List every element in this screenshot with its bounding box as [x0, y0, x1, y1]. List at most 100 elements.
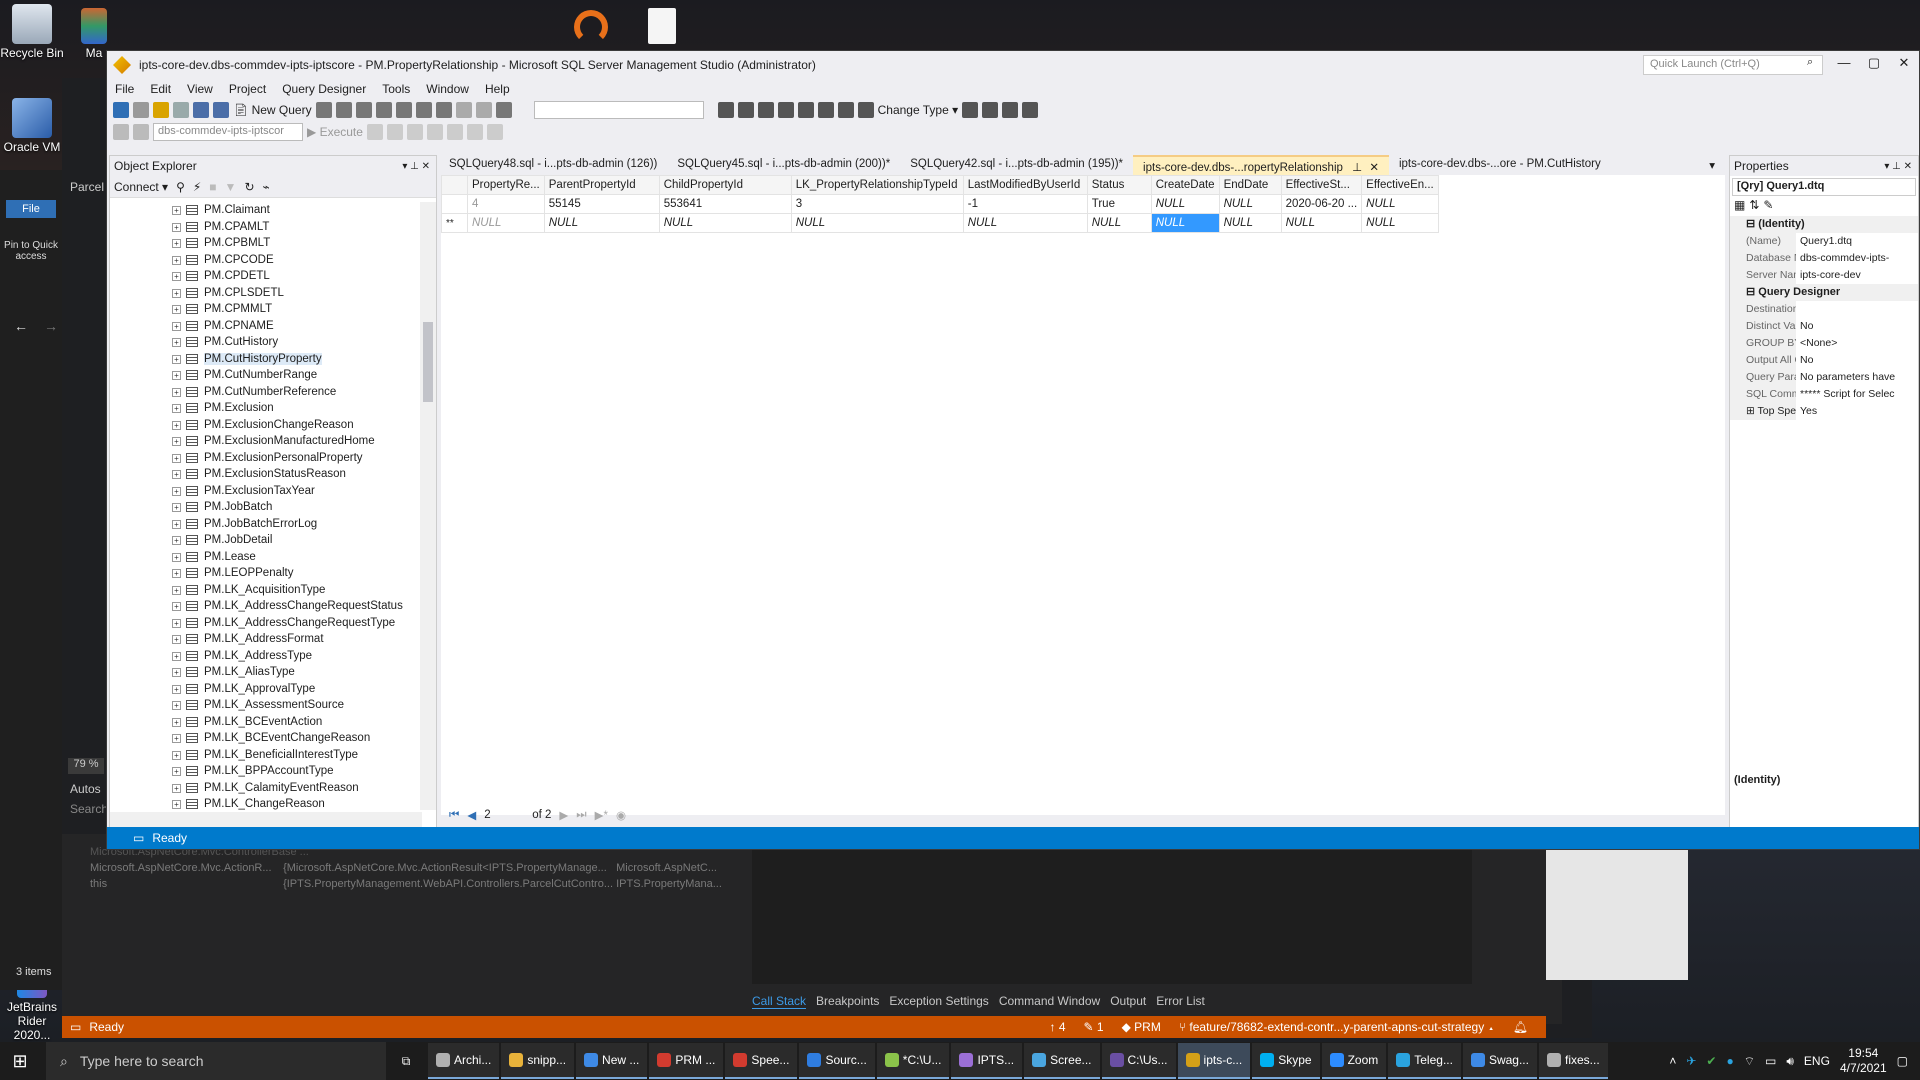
- expand-icon[interactable]: +: [172, 354, 181, 364]
- tab-error-list[interactable]: Error List: [1156, 994, 1205, 1009]
- filter-icon[interactable]: ▼: [225, 180, 237, 194]
- telegram-tray-icon[interactable]: ✈: [1686, 1054, 1696, 1068]
- undo-icon[interactable]: [455, 102, 472, 118]
- expand-icon[interactable]: +: [172, 404, 181, 413]
- paste-icon[interactable]: [435, 102, 452, 118]
- show-grid-icon[interactable]: [817, 102, 834, 118]
- table-cell[interactable]: NULL: [658, 213, 792, 233]
- tree-item-table[interactable]: + PM.LK_CalamityEventReason: [110, 780, 422, 797]
- expand-icon[interactable]: +: [172, 536, 181, 545]
- forward-icon[interactable]: [133, 102, 149, 118]
- next-record-icon[interactable]: ▶: [559, 808, 568, 822]
- taskbar-app-button[interactable]: *C:\U...: [876, 1043, 950, 1079]
- taskbar-app-button[interactable]: New ...: [576, 1043, 648, 1079]
- verify-sql-icon[interactable]: [962, 102, 979, 118]
- taskbar-app-button[interactable]: PRM ...: [649, 1043, 724, 1079]
- menu-edit[interactable]: Edit: [142, 82, 179, 96]
- tab-sqlquery45[interactable]: SQLQuery45.sql - i...pts-db-admin (200))…: [667, 155, 900, 175]
- new-record-icon[interactable]: ▶*: [595, 808, 608, 822]
- display-icon[interactable]: ▭: [1765, 1054, 1776, 1068]
- menu-view[interactable]: View: [179, 82, 221, 96]
- taskbar-app-button[interactable]: Archi...: [428, 1043, 500, 1079]
- back-arrow-icon[interactable]: ←: [14, 318, 28, 334]
- first-record-icon[interactable]: ⏮: [449, 809, 459, 822]
- stop-icon[interactable]: [366, 124, 383, 140]
- menu-help[interactable]: Help: [477, 82, 518, 96]
- column-header[interactable]: CreateDate: [1150, 175, 1220, 195]
- tree-item-table[interactable]: + PM.LK_ChangeReason: [110, 796, 422, 810]
- wrench-icon[interactable]: [737, 102, 754, 118]
- tree-item-table[interactable]: + PM.JobBatchErrorLog: [110, 516, 422, 533]
- expand-icon[interactable]: +: [172, 602, 181, 611]
- tree-item-table[interactable]: + PM.CPDETL: [110, 268, 422, 285]
- connect-plug-icon[interactable]: ⚲: [176, 180, 185, 194]
- table-cell[interactable]: NULL: [1280, 213, 1363, 233]
- expand-icon[interactable]: +: [172, 437, 181, 446]
- results-grid-icon[interactable]: [446, 124, 463, 140]
- expand-icon[interactable]: +: [172, 750, 181, 760]
- dmx-query-icon[interactable]: [355, 102, 372, 118]
- row-marker[interactable]: **: [441, 213, 468, 233]
- tree-item-table[interactable]: + PM.JobDetail: [110, 532, 422, 549]
- toolbox-icon[interactable]: [757, 102, 774, 118]
- table-row[interactable]: ** NULL NULL NULL NULL NULL NULL NULL NULL NULL NU…: [441, 213, 1439, 233]
- table-cell[interactable]: 4: [467, 194, 545, 214]
- table-cell[interactable]: -1: [962, 194, 1088, 214]
- tab-sqlquery42[interactable]: SQLQuery42.sql - i...pts-db-admin (195))…: [900, 155, 1133, 175]
- taskbar-app-button[interactable]: C:\Us...: [1101, 1043, 1176, 1079]
- prop-category-query-designer[interactable]: ⊟ Query Designer: [1730, 284, 1918, 301]
- expand-icon[interactable]: +: [172, 503, 181, 512]
- column-header[interactable]: Status: [1086, 175, 1152, 195]
- tree-item-table[interactable]: + PM.Claimant: [110, 202, 422, 219]
- column-header[interactable]: EffectiveSt...: [1280, 175, 1363, 195]
- tree-item-table[interactable]: + PM.LK_AddressType: [110, 648, 422, 665]
- column-header[interactable]: EffectiveEn...: [1361, 175, 1439, 195]
- tree-item-table[interactable]: + PM.Lease: [110, 549, 422, 566]
- expand-icon[interactable]: +: [172, 767, 181, 776]
- expand-icon[interactable]: +: [172, 288, 181, 298]
- expand-icon[interactable]: +: [172, 569, 181, 578]
- expand-icon[interactable]: +: [172, 420, 181, 430]
- property-row[interactable]: Database Nadbs-commdev-ipts-: [1730, 250, 1918, 267]
- tab-exception-settings[interactable]: Exception Settings: [889, 994, 988, 1009]
- new-project-icon[interactable]: [153, 102, 169, 118]
- tab-cut-history[interactable]: ipts-core-dev.dbs-...ore - PM.CutHistory: [1389, 155, 1611, 175]
- wifi-icon[interactable]: ⌔: [1744, 1054, 1755, 1069]
- column-header[interactable]: LastModifiedByUserId: [962, 175, 1088, 195]
- volume-icon[interactable]: 🔊︎: [1786, 1054, 1794, 1069]
- edit-count-icon[interactable]: ✎ 1: [1084, 1020, 1104, 1034]
- expand-icon[interactable]: +: [172, 651, 181, 661]
- tree-item-table[interactable]: + PM.Exclusion: [110, 400, 422, 417]
- database-combo[interactable]: dbs-commdev-ipts-iptscor: [153, 123, 303, 141]
- table-row[interactable]: 4 55145 553641 3 -1 True NULL NULL 2020-06-20 ..…: [441, 194, 1439, 214]
- expand-icon[interactable]: +: [172, 305, 181, 314]
- prop-category-identity[interactable]: ⊟ (Identity): [1730, 216, 1918, 233]
- tree-item-table[interactable]: + PM.LK_AcquisitionType: [110, 582, 422, 599]
- property-row[interactable]: GROUP BY E<None>: [1730, 335, 1918, 352]
- new-query-button[interactable]: 📄︎ New Query: [233, 103, 312, 117]
- expand-icon[interactable]: +: [172, 783, 181, 793]
- language-indicator[interactable]: ENG: [1804, 1054, 1830, 1068]
- add-table-icon[interactable]: [1002, 102, 1019, 118]
- property-row[interactable]: (Name) Query1.dtq: [1730, 233, 1918, 250]
- autos-tab[interactable]: Autos: [70, 782, 101, 796]
- windows-start-icon[interactable]: ⊞: [0, 1051, 40, 1072]
- expand-icon[interactable]: +: [172, 371, 181, 380]
- expand-icon[interactable]: +: [172, 635, 181, 644]
- clock[interactable]: 19:54 4/7/2021: [1840, 1046, 1887, 1076]
- cut-icon[interactable]: [395, 102, 412, 118]
- tree-item-table[interactable]: + PM.LK_AddressFormat: [110, 631, 422, 648]
- expand-icon[interactable]: +: [172, 206, 181, 215]
- tree-item-table[interactable]: + PM.LK_BeneficialInterestType: [110, 747, 422, 764]
- column-header[interactable]: EndDate: [1218, 175, 1282, 195]
- menu-window[interactable]: Window: [418, 82, 477, 96]
- expand-icon[interactable]: +: [172, 618, 181, 628]
- tab-call-stack[interactable]: Call Stack: [752, 994, 807, 1009]
- xmla-query-icon[interactable]: [375, 102, 392, 118]
- taskbar-search-input[interactable]: ⌕ Type here to search: [46, 1042, 386, 1080]
- rider-parcel-tab[interactable]: Parcel: [70, 180, 104, 194]
- previous-record-icon[interactable]: ◀: [467, 808, 476, 822]
- taskbar-app-button[interactable]: Zoom: [1321, 1043, 1387, 1079]
- taskbar-app-button[interactable]: Skype: [1252, 1043, 1320, 1079]
- expand-icon[interactable]: +: [172, 338, 181, 347]
